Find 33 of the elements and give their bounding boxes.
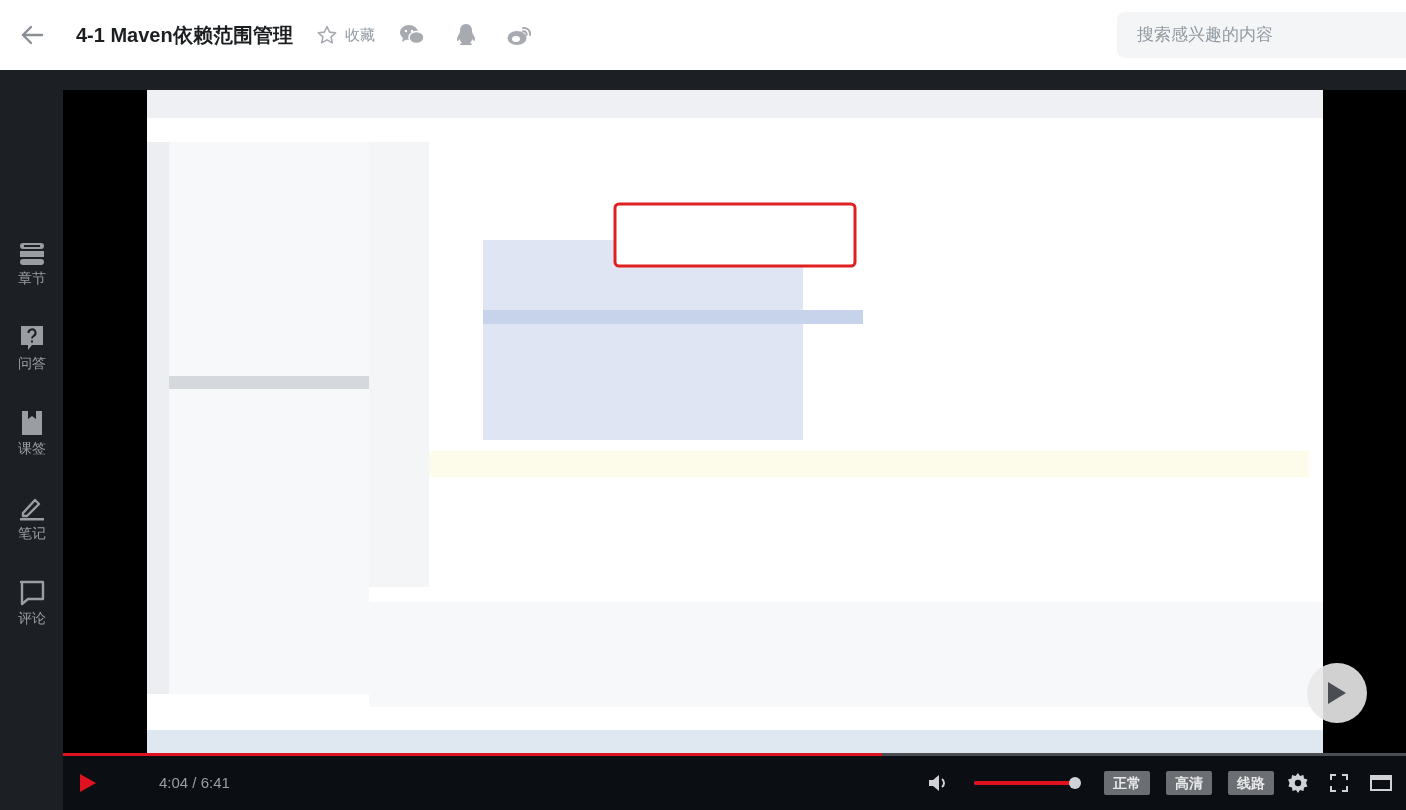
question-icon [19, 325, 44, 351]
speaker-icon [928, 774, 948, 792]
fullscreen-icon [1330, 774, 1348, 792]
fullscreen-button[interactable] [1330, 774, 1348, 792]
bookmark-icon [20, 410, 43, 436]
lesson-title: 4-1 Maven依赖范围管理 [76, 23, 293, 48]
sidebar-item[interactable]: 章节 [17, 242, 46, 289]
settings-button[interactable] [1288, 773, 1308, 793]
play-icon [1327, 681, 1347, 705]
volume-slider[interactable] [974, 777, 1078, 789]
back-arrow-icon [20, 25, 44, 45]
stack-icon [18, 242, 45, 266]
widescreen-button[interactable] [1370, 774, 1392, 792]
widescreen-icon [1370, 774, 1392, 792]
star-icon [316, 25, 337, 45]
sidebar-item[interactable]: 笔记 [17, 495, 46, 544]
volume-button[interactable] [928, 774, 948, 792]
search-field[interactable]: 搜索感兴趣的内容 [1117, 12, 1406, 58]
speech-bubble-icon [18, 580, 45, 606]
play-icon [79, 773, 97, 793]
time-display: 4:04 / 6:41 [159, 772, 230, 793]
sidebar-item[interactable]: 课签 [17, 410, 46, 459]
chat-bubbles-icon [398, 24, 425, 46]
quality-button[interactable]: 正常 [1104, 771, 1150, 795]
sidebar-item[interactable]: 问答 [17, 325, 46, 374]
volume-thumb[interactable] [1068, 777, 1081, 789]
sidebar-item[interactable]: 评论 [17, 580, 46, 629]
penguin-icon [454, 23, 477, 47]
quality-button[interactable]: 线路 [1228, 771, 1274, 795]
quality-button[interactable]: 高清 [1166, 771, 1212, 795]
play-button[interactable] [79, 773, 97, 793]
weibo-icon [506, 24, 533, 46]
settings-icon [1288, 773, 1308, 793]
